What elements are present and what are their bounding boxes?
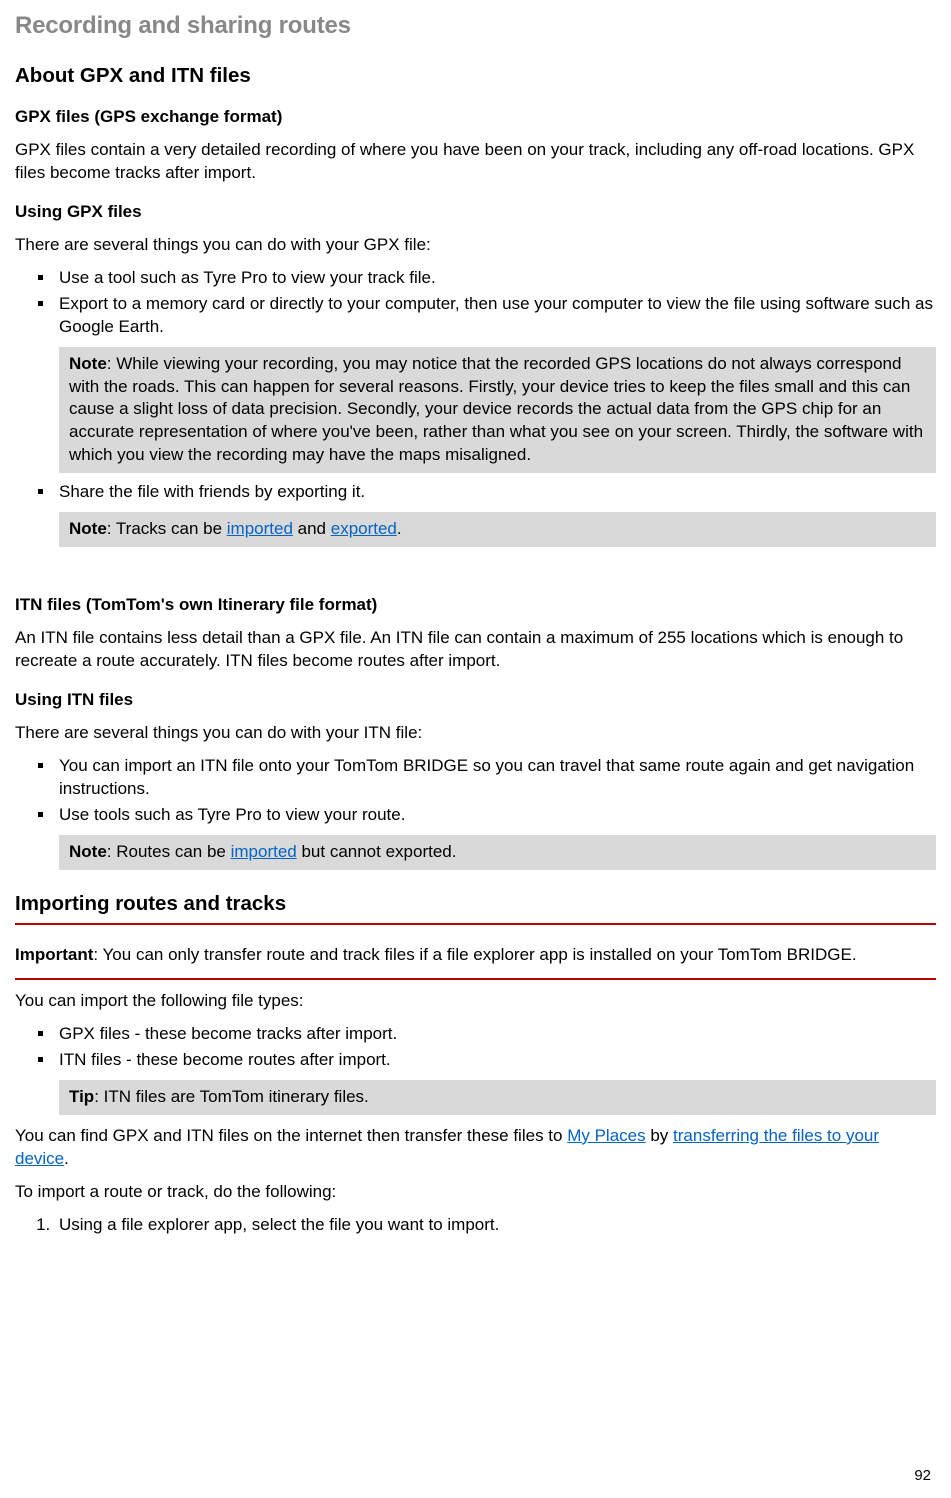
important-block: Important: You can only transfer route a… xyxy=(15,941,936,970)
list-item: ITN files - these become routes after im… xyxy=(55,1049,936,1072)
text: . xyxy=(64,1149,69,1168)
important-label: Important xyxy=(15,945,93,964)
note-text: but cannot exported. xyxy=(297,842,457,861)
tip-text: : ITN files are TomTom itinerary files. xyxy=(94,1087,369,1106)
find-files-paragraph: You can find GPX and ITN files on the in… xyxy=(15,1125,936,1171)
import-types-intro: You can import the following file types: xyxy=(15,990,936,1013)
heading-itn-files: ITN files (TomTom's own Itinerary file f… xyxy=(15,594,936,617)
gpx-using-intro: There are several things you can do with… xyxy=(15,234,936,257)
link-imported[interactable]: imported xyxy=(231,842,297,861)
itn-bullet-list: You can import an ITN file onto your Tom… xyxy=(15,755,936,827)
list-item: Share the file with friends by exporting… xyxy=(55,481,936,504)
page-title: Recording and sharing routes xyxy=(15,10,936,42)
note-text: : While viewing your recording, you may … xyxy=(69,354,923,465)
page-number: 92 xyxy=(914,1466,931,1486)
important-text: : You can only transfer route and track … xyxy=(93,945,856,964)
list-item: Use a tool such as Tyre Pro to view your… xyxy=(55,267,936,290)
note-tracks-import-export: Note: Tracks can be imported and exporte… xyxy=(59,512,936,547)
heading-using-itn: Using ITN files xyxy=(15,689,936,712)
note-text: and xyxy=(293,519,331,538)
note-label: Note xyxy=(69,519,107,538)
note-gps-precision: Note: While viewing your recording, you … xyxy=(59,347,936,474)
list-item: Use tools such as Tyre Pro to view your … xyxy=(55,804,936,827)
heading-about-gpx-itn: About GPX and ITN files xyxy=(15,62,936,90)
list-item: Using a file explorer app, select the fi… xyxy=(55,1214,936,1237)
note-text: : Routes can be xyxy=(107,842,231,861)
heading-gpx-files: GPX files (GPS exchange format) xyxy=(15,106,936,129)
import-steps-intro: To import a route or track, do the follo… xyxy=(15,1181,936,1204)
itn-using-intro: There are several things you can do with… xyxy=(15,722,936,745)
tip-itn-files: Tip: ITN files are TomTom itinerary file… xyxy=(59,1080,936,1115)
link-imported[interactable]: imported xyxy=(227,519,293,538)
link-my-places[interactable]: My Places xyxy=(567,1126,645,1145)
heading-using-gpx: Using GPX files xyxy=(15,201,936,224)
note-text: . xyxy=(397,519,402,538)
list-item: You can import an ITN file onto your Tom… xyxy=(55,755,936,801)
tip-label: Tip xyxy=(69,1087,94,1106)
text: You can find GPX and ITN files on the in… xyxy=(15,1126,567,1145)
gpx-description: GPX files contain a very detailed record… xyxy=(15,139,936,185)
divider xyxy=(15,978,936,980)
import-steps-list: Using a file explorer app, select the fi… xyxy=(15,1214,936,1237)
list-item: Export to a memory card or directly to y… xyxy=(55,293,936,339)
gpx-bullet-list: Use a tool such as Tyre Pro to view your… xyxy=(15,267,936,339)
text: by xyxy=(646,1126,673,1145)
note-label: Note xyxy=(69,354,107,373)
link-exported[interactable]: exported xyxy=(331,519,397,538)
note-routes-import: Note: Routes can be imported but cannot … xyxy=(59,835,936,870)
heading-importing-routes-tracks: Importing routes and tracks xyxy=(15,890,936,926)
note-text: : Tracks can be xyxy=(107,519,227,538)
list-item: GPX files - these become tracks after im… xyxy=(55,1023,936,1046)
import-types-list: GPX files - these become tracks after im… xyxy=(15,1023,936,1072)
note-label: Note xyxy=(69,842,107,861)
itn-description: An ITN file contains less detail than a … xyxy=(15,627,936,673)
gpx-bullet-list-2: Share the file with friends by exporting… xyxy=(15,481,936,504)
